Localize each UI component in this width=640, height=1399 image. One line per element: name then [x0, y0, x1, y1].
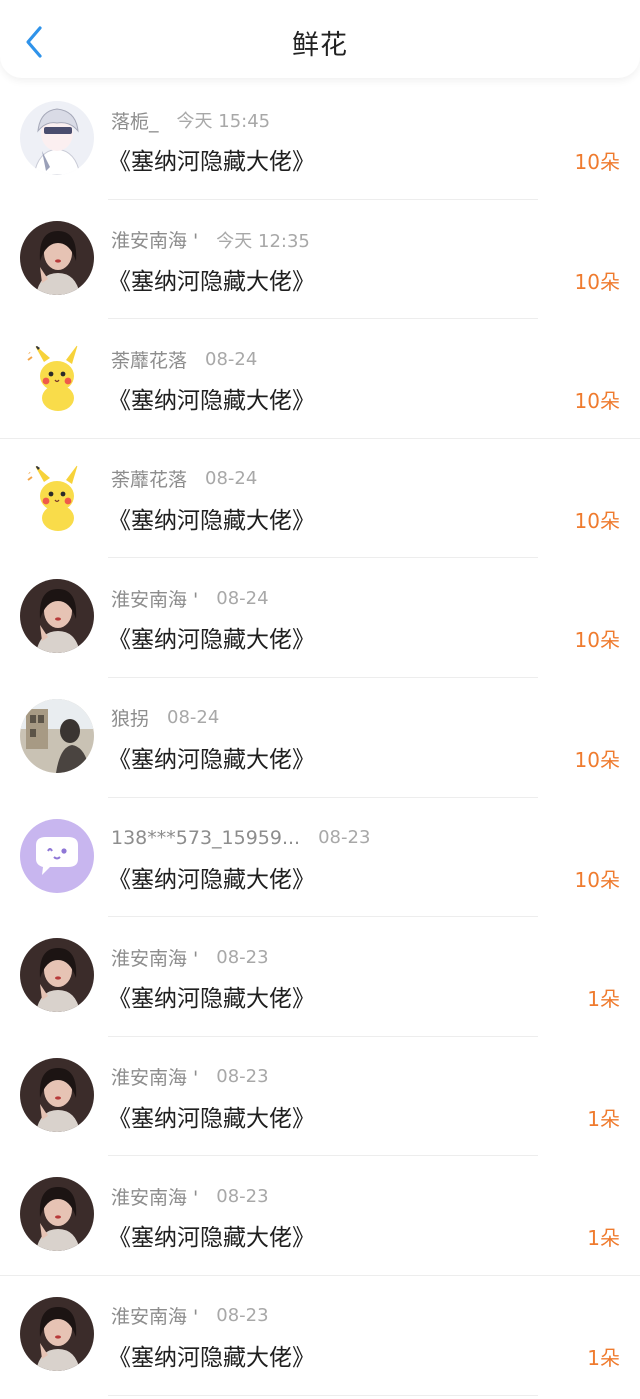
sender-name[interactable]: 138***573_15959...: [111, 827, 300, 849]
sent-time: 08-23: [318, 827, 371, 849]
list-item[interactable]: 淮安南海 ' 08-24 《塞纳河隐藏大佬》 10朵: [0, 558, 640, 678]
anime-boy-avatar: [20, 101, 94, 175]
sent-time: 08-23: [216, 946, 269, 968]
list-item[interactable]: 138***573_15959... 08-23 《塞纳河隐藏大佬》 10朵: [0, 798, 640, 918]
book-title: 《塞纳河隐藏大佬》: [108, 986, 315, 1013]
sender-meta: 荼蘼花落 08-24: [111, 346, 258, 373]
sender-meta: 138***573_15959... 08-23: [111, 826, 370, 850]
chat-bubble-avatar: [20, 818, 94, 893]
list-item[interactable]: 狼拐 08-24 《塞纳河隐藏大佬》 10朵: [0, 678, 640, 798]
flower-count: 10朵: [574, 747, 620, 772]
avatar[interactable]: [20, 938, 94, 1013]
book-title: 《塞纳河隐藏大佬》: [108, 1225, 315, 1252]
sender-meta: 淮安南海 ' 08-23: [111, 1304, 269, 1328]
sender-meta: 荼蘼花落 08-24: [111, 467, 257, 491]
sender-meta: 淮安南海 ' 08-23: [111, 1183, 269, 1210]
list-item[interactable]: 荼蘼花落 08-24 《塞纳河隐藏大佬》 10朵: [0, 319, 640, 439]
flower-gift-list: 落栀_ 今天 15:45 《塞纳河隐藏大佬》 10朵 淮安南海 ' 今天 12:35 《塞纳…: [0, 80, 640, 1396]
sender-name[interactable]: 淮安南海 ': [111, 226, 198, 253]
sent-time: 08-24: [167, 707, 220, 729]
book-title: 《塞纳河隐藏大佬》: [108, 1344, 315, 1371]
girl-photo-avatar: [20, 1296, 94, 1371]
sender-name[interactable]: 淮安南海 ': [111, 1183, 198, 1210]
flower-count: 10朵: [574, 867, 620, 892]
book-title: 《塞纳河隐藏大佬》: [108, 627, 315, 654]
sender-meta: 淮安南海 ' 今天 12:35: [111, 228, 310, 252]
avatar[interactable]: [20, 459, 94, 534]
avatar[interactable]: [20, 340, 94, 415]
sender-name[interactable]: 淮安南海 ': [111, 944, 198, 971]
flower-count: 10朵: [574, 150, 620, 174]
book-title: 《塞纳河隐藏大佬》: [108, 507, 315, 534]
avatar[interactable]: [20, 101, 94, 175]
flower-count: 10朵: [574, 389, 620, 414]
flower-count: 10朵: [574, 269, 620, 294]
list-item[interactable]: 淮安南海 ' 08-23 《塞纳河隐藏大佬》 1朵: [0, 917, 640, 1037]
flower-count: 1朵: [587, 987, 620, 1012]
pikachu-avatar: [20, 340, 94, 415]
sender-name[interactable]: 落栀_: [111, 107, 159, 134]
sender-name[interactable]: 荼蘼花落: [111, 465, 187, 492]
girl-photo-avatar: [20, 1057, 94, 1132]
girl-photo-avatar: [20, 938, 94, 1013]
street-photo-avatar: [20, 698, 94, 773]
sent-time: 今天 12:35: [216, 230, 310, 252]
sender-name[interactable]: 荼蘼花落: [111, 346, 187, 373]
list-item[interactable]: 落栀_ 今天 15:45 《塞纳河隐藏大佬》 10朵: [0, 80, 640, 200]
row-divider: [108, 1394, 538, 1396]
list-item[interactable]: 淮安南海 ' 08-23 《塞纳河隐藏大佬》 1朵: [0, 1037, 640, 1157]
avatar[interactable]: [20, 698, 94, 773]
list-item[interactable]: 荼蘼花落 08-24 《塞纳河隐藏大佬》 10朵: [0, 439, 640, 559]
sent-time: 08-24: [216, 587, 269, 609]
flower-count: 10朵: [574, 628, 620, 653]
flower-count: 1朵: [587, 1345, 620, 1370]
flower-count: 10朵: [574, 508, 620, 533]
sender-meta: 淮安南海 ' 08-23: [111, 1065, 269, 1089]
sender-meta: 落栀_ 今天 15:45: [111, 107, 271, 134]
avatar[interactable]: [20, 1296, 94, 1371]
flower-count: 1朵: [587, 1226, 620, 1251]
avatar[interactable]: [20, 818, 94, 893]
list-item[interactable]: 淮安南海 ' 08-23 《塞纳河隐藏大佬》 1朵: [0, 1276, 640, 1396]
book-title: 《塞纳河隐藏大佬》: [108, 866, 315, 893]
book-title: 《塞纳河隐藏大佬》: [108, 1105, 315, 1132]
pikachu-avatar: [20, 459, 94, 534]
sender-name[interactable]: 淮安南海 ': [111, 1302, 198, 1329]
avatar[interactable]: [20, 1177, 94, 1252]
sender-name[interactable]: 淮安南海 ': [111, 585, 198, 612]
sent-time: 08-23: [216, 1185, 269, 1207]
page-title: 鲜花: [292, 30, 348, 61]
book-title: 《塞纳河隐藏大佬》: [108, 388, 315, 415]
list-item[interactable]: 淮安南海 ' 今天 12:35 《塞纳河隐藏大佬》 10朵: [0, 200, 640, 320]
book-title: 《塞纳河隐藏大佬》: [108, 149, 315, 175]
girl-photo-avatar: [20, 579, 94, 654]
girl-photo-avatar: [20, 220, 94, 295]
avatar[interactable]: [20, 1057, 94, 1132]
book-title: 《塞纳河隐藏大佬》: [108, 268, 315, 295]
sender-meta: 狼拐 08-24: [111, 706, 219, 730]
sent-time: 08-23: [216, 1066, 269, 1088]
book-title: 《塞纳河隐藏大佬》: [108, 746, 315, 773]
sender-meta: 淮安南海 ' 08-24: [111, 585, 269, 612]
avatar[interactable]: [20, 579, 94, 654]
flower-count: 1朵: [587, 1106, 620, 1131]
sender-name[interactable]: 狼拐: [111, 704, 149, 731]
sender-name[interactable]: 淮安南海 ': [111, 1063, 198, 1090]
sent-time: 08-24: [205, 348, 258, 370]
girl-photo-avatar: [20, 1177, 94, 1252]
sent-time: 08-24: [205, 468, 258, 490]
list-item[interactable]: 淮安南海 ' 08-23 《塞纳河隐藏大佬》 1朵: [0, 1156, 640, 1276]
top-bar: 鲜花: [0, 0, 640, 78]
sent-time: 今天 15:45: [176, 111, 271, 132]
sender-meta: 淮安南海 ' 08-23: [111, 944, 269, 971]
avatar[interactable]: [20, 220, 94, 295]
sent-time: 08-23: [216, 1305, 269, 1327]
